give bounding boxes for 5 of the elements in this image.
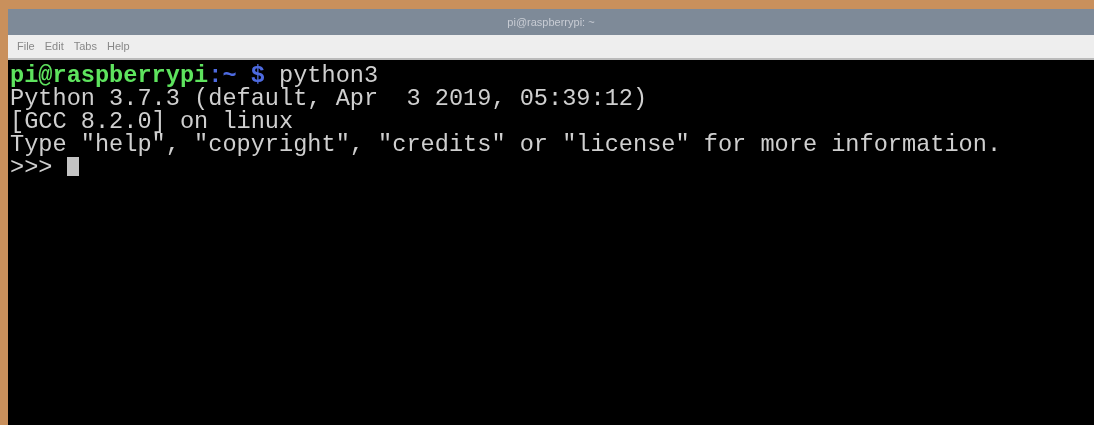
menu-item[interactable]: File [12, 38, 40, 55]
window-title: pi@raspberrypi: ~ [507, 14, 595, 30]
menu-item[interactable]: Help [101, 38, 135, 55]
menu-item[interactable]: Tabs [68, 38, 102, 55]
menu-item[interactable]: Edit [39, 38, 69, 55]
